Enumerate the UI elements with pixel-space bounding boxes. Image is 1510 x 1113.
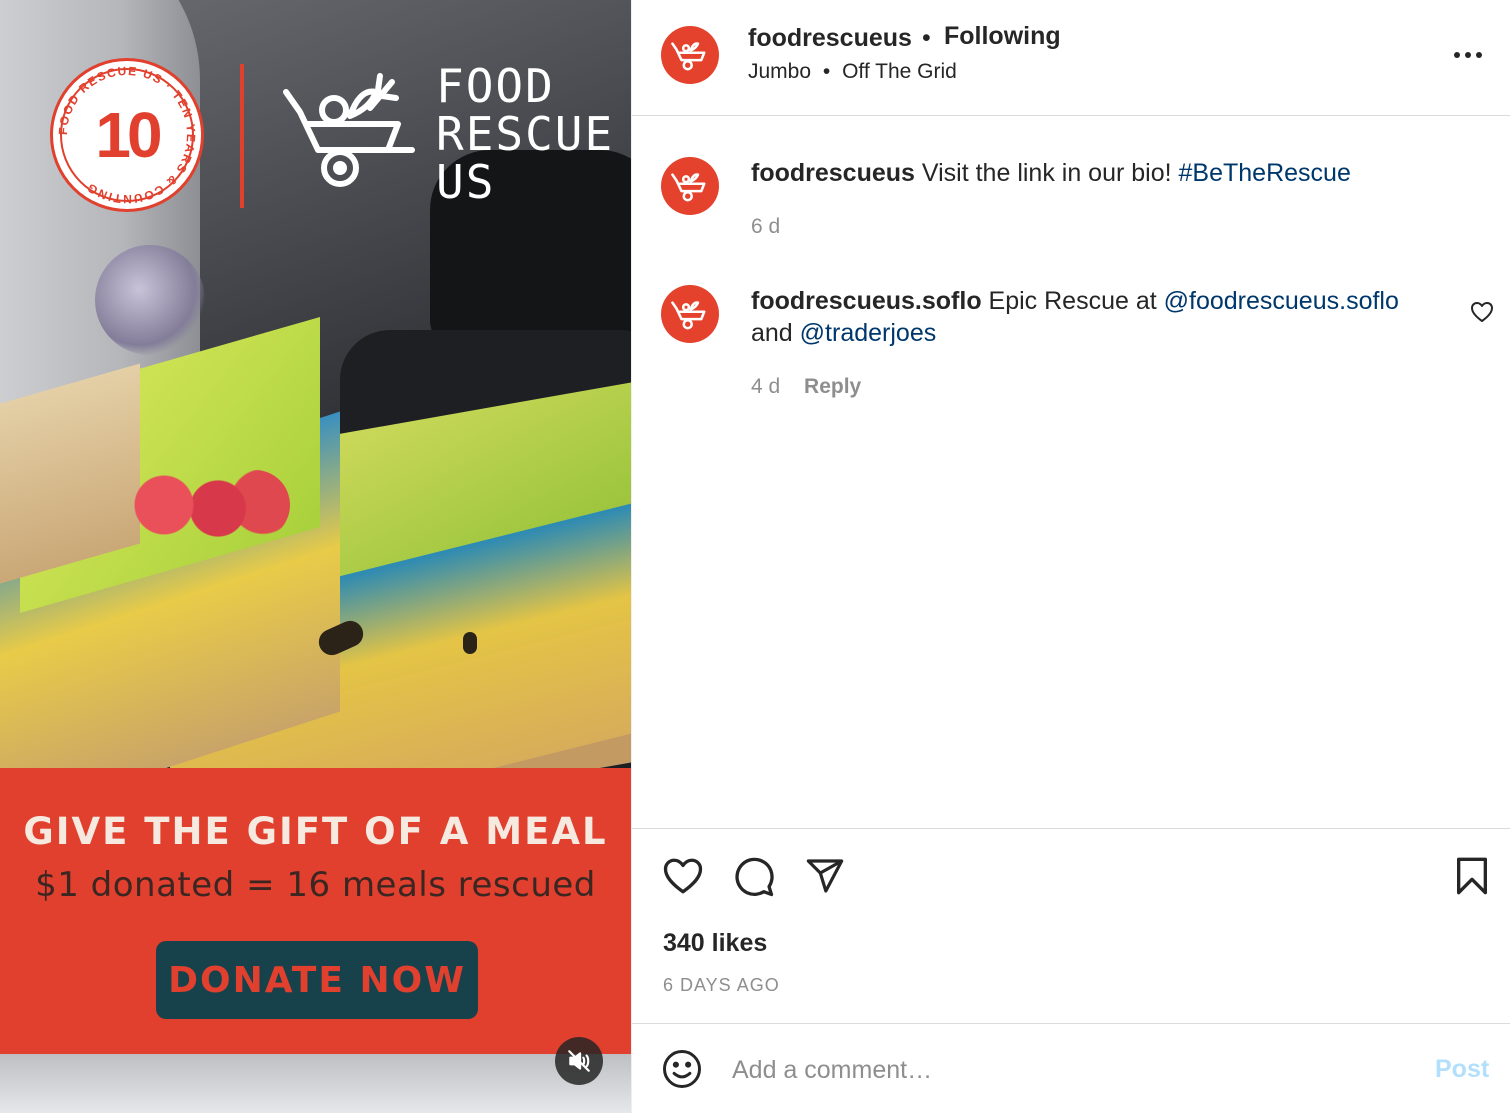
separator-dot: • bbox=[922, 24, 931, 52]
hashtag-link[interactable]: #BeTheRescue bbox=[1179, 159, 1351, 187]
promo-headline: GIVE THE GIFT OF A MEAL bbox=[23, 810, 608, 853]
mention-link[interactable]: @foodrescueus.soflo bbox=[1164, 287, 1399, 315]
brand-wordmark: FOOD RESCUE US bbox=[436, 62, 614, 206]
mute-toggle-button[interactable] bbox=[555, 1037, 603, 1085]
brand-wordmark-line: FOOD bbox=[436, 59, 555, 113]
audio-link[interactable]: Jumbo bbox=[748, 60, 811, 83]
comment-username-link[interactable]: foodrescueus bbox=[751, 159, 915, 187]
cart-logo-icon bbox=[671, 173, 706, 202]
bookmark-icon[interactable] bbox=[1454, 856, 1490, 896]
avatar[interactable] bbox=[661, 157, 719, 215]
cart-logo-icon bbox=[671, 42, 706, 71]
comment-timestamp[interactable]: 6 d bbox=[751, 215, 780, 238]
avatar[interactable] bbox=[661, 26, 719, 84]
post-detail-panel: foodrescueus • Following Jumbo • Off The… bbox=[631, 0, 1510, 1113]
brand-wordmark-line: US bbox=[436, 155, 496, 209]
comment-body: and bbox=[751, 319, 793, 347]
comment-timestamp[interactable]: 4 d bbox=[751, 375, 780, 398]
tomatoes bbox=[110, 470, 290, 540]
post-date[interactable]: 6 DAYS AGO bbox=[663, 975, 780, 996]
more-options-icon bbox=[1454, 52, 1460, 58]
emoji-icon[interactable] bbox=[661, 1048, 703, 1090]
comment-item: foodrescueus.soflo Epic Rescue at @foodr… bbox=[632, 285, 1510, 415]
donate-now-button[interactable]: DONATE NOW bbox=[156, 941, 478, 1019]
comment-body: Visit the link in our bio! bbox=[921, 159, 1172, 187]
likes-count[interactable]: 340 likes bbox=[663, 929, 767, 958]
anniversary-badge: FOOD RESCUE US · TEN YEARS & COUNTING 10 bbox=[50, 58, 204, 212]
post-header: foodrescueus • Following Jumbo • Off The… bbox=[632, 0, 1510, 116]
more-options-icon bbox=[1465, 52, 1471, 58]
comment-text: foodrescueus.soflo Epic Rescue at @foodr… bbox=[751, 285, 1431, 349]
username-link[interactable]: foodrescueus bbox=[748, 24, 912, 53]
add-comment-bar: Post bbox=[632, 1024, 1510, 1113]
caption: foodrescueus Visit the link in our bio! … bbox=[632, 157, 1510, 257]
cart-logo-icon bbox=[671, 301, 706, 330]
heart-icon[interactable] bbox=[662, 856, 704, 896]
donation-promo-banner: GIVE THE GIFT OF A MEAL $1 donated = 16 … bbox=[0, 768, 631, 1054]
caption-text: foodrescueus Visit the link in our bio! … bbox=[751, 157, 1431, 189]
comment-body: Epic Rescue at bbox=[988, 287, 1157, 315]
badge-number: 10 bbox=[95, 99, 162, 171]
flowers-background bbox=[95, 245, 205, 355]
more-options-icon bbox=[1476, 52, 1482, 58]
comment-meta: 4 d Reply bbox=[751, 375, 861, 399]
promo-subline: $1 donated = 16 meals rescued bbox=[35, 865, 596, 905]
comment-meta: 6 d bbox=[751, 215, 780, 239]
post-media[interactable]: FOOD RESCUE US · TEN YEARS & COUNTING 10… bbox=[0, 0, 631, 1113]
reply-button[interactable]: Reply bbox=[804, 375, 861, 398]
share-icon[interactable] bbox=[804, 856, 846, 896]
comment-icon[interactable] bbox=[733, 856, 775, 898]
logo-divider bbox=[240, 64, 244, 208]
brand-wordmark-line: RESCUE bbox=[436, 107, 615, 161]
media-bottom-strip bbox=[0, 1054, 631, 1113]
speaker-muted-icon bbox=[568, 1050, 590, 1072]
location-link[interactable]: Off The Grid bbox=[842, 60, 957, 83]
post-actions: 340 likes 6 DAYS AGO bbox=[632, 828, 1510, 1024]
cart-logo-icon bbox=[283, 73, 415, 187]
avatar[interactable] bbox=[661, 285, 719, 343]
location-line: Jumbo • Off The Grid bbox=[748, 60, 957, 84]
following-button[interactable]: Following bbox=[944, 22, 1061, 51]
post-comment-button[interactable]: Post bbox=[1435, 1055, 1489, 1084]
comment-username-link[interactable]: foodrescueus.soflo bbox=[751, 287, 982, 315]
box-handle bbox=[463, 632, 477, 654]
separator-dot: • bbox=[822, 60, 831, 83]
comment-like-heart-icon[interactable] bbox=[1470, 301, 1494, 323]
mention-link[interactable]: @traderjoes bbox=[800, 319, 937, 347]
more-options-button[interactable] bbox=[1438, 40, 1498, 70]
comment-input[interactable] bbox=[732, 1050, 1412, 1090]
